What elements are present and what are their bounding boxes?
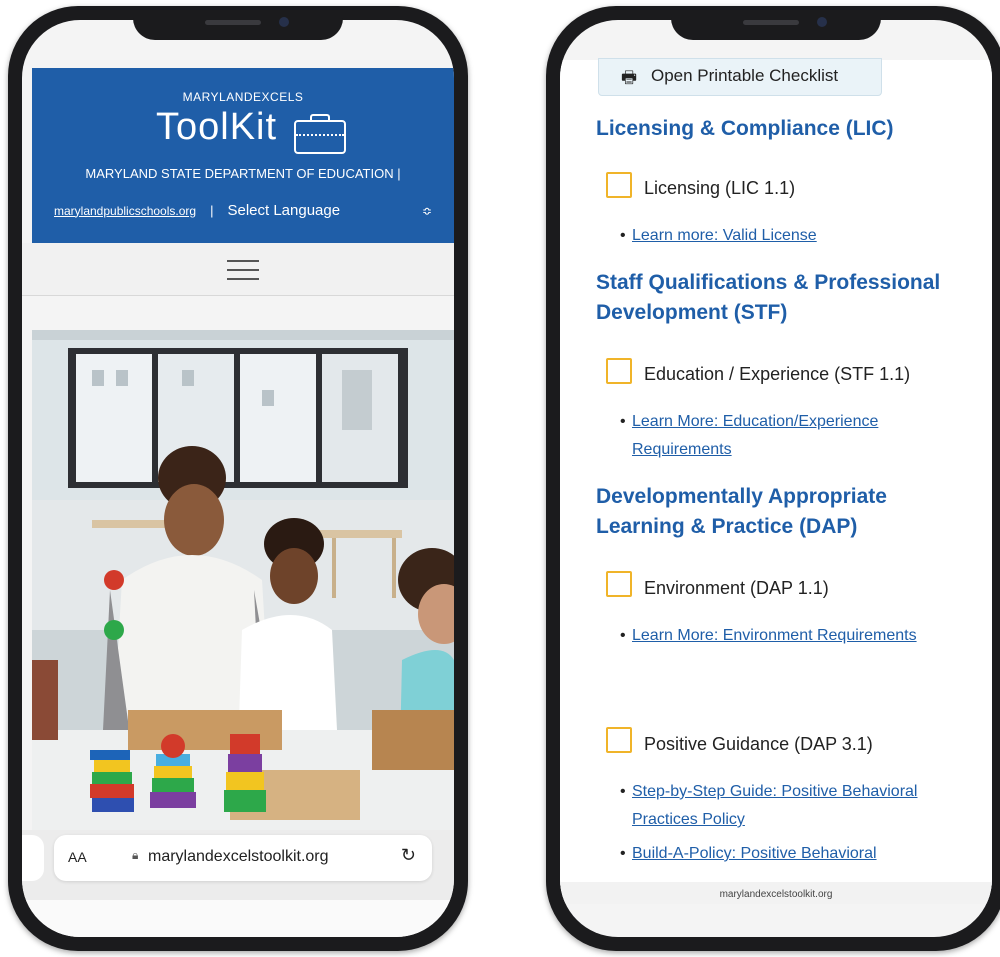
browser-bar: AA 🔒︎ marylandexcelstoolkit.org ↻ [22,830,454,900]
link-valid-license[interactable]: • Learn more: Valid License [620,222,952,250]
right-phone-notch [671,6,881,40]
front-camera [279,17,289,27]
checkbox-dap-3-1[interactable] [606,727,632,753]
left-phone-frame: MARYLANDEXCELS ToolKit MARYLAND STATE DE… [8,6,468,951]
printer-icon: 🖶︎ [621,68,638,87]
url-text[interactable]: marylandexcelstoolkit.org [148,848,329,866]
section-title-lic: Licensing & Compliance (LIC) [596,117,894,140]
front-camera [817,17,827,27]
public-schools-link[interactable]: marylandpublicschools.org [54,204,196,218]
item-label-dap-3-1: Positive Guidance (DAP 3.1) [644,734,873,754]
updown-chevron-icon[interactable]: ≎ [422,204,432,218]
reader-text-size-button[interactable]: AA [68,849,87,865]
brand-title[interactable]: ToolKit [156,106,277,149]
item-label-dap-1-1: Environment (DAP 1.1) [644,578,829,598]
checkbox-stf-1-1[interactable] [606,358,632,384]
classroom-photo [32,330,454,830]
agency-name: MARYLAND STATE DEPARTMENT OF EDUCATION | [85,166,401,181]
speaker-grille [743,20,799,25]
link-education-experience[interactable]: • Learn More: Education/Experience Requir… [620,408,952,464]
checkbox-lic-1-1[interactable] [606,172,632,198]
menu-bar [22,243,454,296]
address-bar[interactable]: AA 🔒︎ marylandexcelstoolkit.org ↻ [54,835,432,881]
footer-url: marylandexcelstoolkit.org [560,882,992,904]
site-header: MARYLANDEXCELS ToolKit MARYLAND STATE DE… [32,68,454,243]
classroom-illustration [32,330,454,830]
reload-icon[interactable]: ↻ [401,845,416,866]
section-title-dap: Developmentally Appropriate Learning & P… [596,485,887,538]
header-separator: | [210,203,214,218]
right-phone-frame: 🖶︎ Open Printable Checklist Licensing & … [546,6,1000,951]
right-phone-screen: 🖶︎ Open Printable Checklist Licensing & … [560,20,992,937]
previous-tab-pill[interactable] [22,835,44,881]
left-phone-screen: MARYLANDEXCELS ToolKit MARYLAND STATE DE… [22,20,454,937]
checkbox-dap-1-1[interactable] [606,571,632,597]
language-select[interactable]: Select Language [227,202,421,219]
link-environment-requirements[interactable]: • Learn More: Environment Requirements [620,622,952,650]
checklist-page: 🖶︎ Open Printable Checklist Licensing & … [560,58,992,900]
item-label-lic-1-1: Licensing (LIC 1.1) [644,178,796,198]
hamburger-menu-icon[interactable] [227,260,259,280]
lock-icon: 🔒︎ [132,848,139,862]
open-printable-checklist-button[interactable]: 🖶︎ Open Printable Checklist [598,58,882,96]
link-step-by-step-guide[interactable]: • Step-by-Step Guide: Positive Behavioral… [620,778,952,834]
speaker-grille [205,20,261,25]
brand-small-text: MARYLANDEXCELS [182,90,304,104]
left-phone-notch [133,6,343,40]
print-button-label: Open Printable Checklist [651,66,839,85]
item-label-stf-1-1: Education / Experience (STF 1.1) [644,364,911,384]
link-build-a-policy[interactable]: • Build-A-Policy: Positive Behavioral [620,840,952,868]
toolbox-icon [294,114,346,154]
home-indicator-area [22,900,454,937]
header-links: marylandpublicschools.org | Select Langu… [54,202,432,219]
section-title-stf: Staff Qualifications & Professional Deve… [596,271,941,324]
